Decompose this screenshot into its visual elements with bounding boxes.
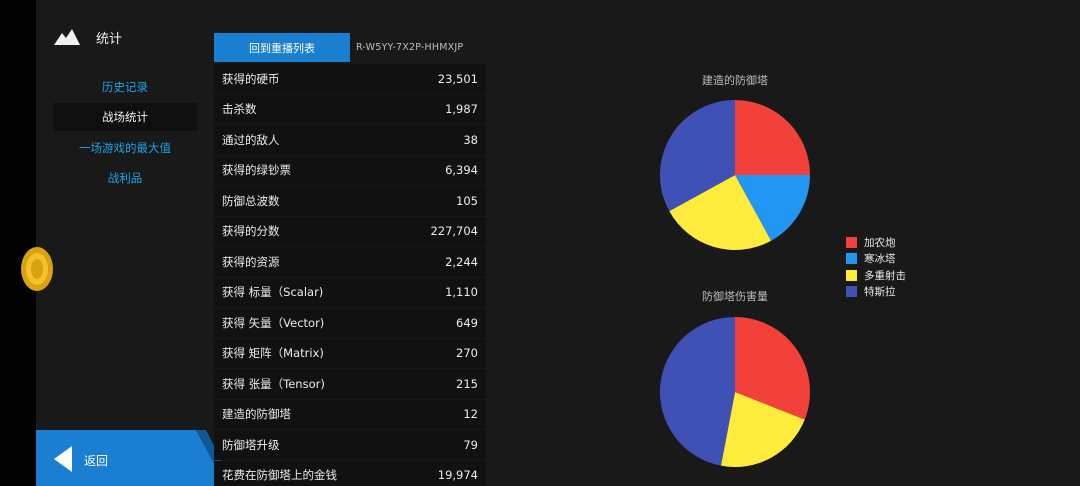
stat-label: 获得的硬币	[222, 71, 280, 86]
table-row: 获得 矩阵（Matrix) 270	[214, 338, 486, 368]
chart-legend: 加农炮寒冰塔多重射击特斯拉	[846, 234, 906, 300]
stat-label: 获得 矩阵（Matrix)	[222, 346, 324, 361]
sidebar-item-history[interactable]: 历史记录	[53, 73, 197, 101]
stat-label: 获得 张量（Tensor)	[222, 376, 325, 391]
stats-table: 回到重播列表 R-W5YY-7X2P-HHMXJP 获得的硬币 23,501 击杀数…	[214, 33, 486, 486]
stat-value: 270	[456, 346, 478, 361]
stats-mountain-icon	[54, 29, 80, 45]
legend-item: 特斯拉	[846, 284, 906, 301]
legend-item: 多重射击	[846, 267, 906, 284]
stat-value: 227,704	[430, 224, 478, 239]
sidebar-header: 统计	[54, 24, 122, 50]
left-edge-strip	[0, 0, 36, 486]
stat-label: 获得 标量（Scalar)	[222, 285, 324, 300]
legend-label: 加农炮	[864, 236, 896, 249]
table-row: 防御塔升级 79	[214, 430, 486, 460]
sidebar-item-loot[interactable]: 战利品	[53, 164, 197, 192]
table-tabs: 回到重播列表 R-W5YY-7X2P-HHMXJP	[214, 33, 486, 62]
stat-label: 获得 矢量（Vector)	[222, 315, 325, 330]
legend-swatch	[846, 253, 857, 265]
pie-chart-towers-built	[660, 100, 810, 250]
table-row: 获得的资源 2,244	[214, 247, 486, 277]
legend-item: 加农炮	[846, 234, 906, 251]
sidebar: 统计 历史记录 战场统计 一场游戏的最大值 战利品	[36, 0, 214, 486]
pie-slice-加农炮	[735, 100, 810, 175]
pie-chart-tower-damage	[660, 317, 810, 467]
legend-label: 多重射击	[864, 269, 906, 282]
stat-label: 防御塔升级	[222, 437, 280, 452]
stat-value: 649	[456, 315, 478, 330]
stat-value: 19,974	[437, 468, 478, 483]
stat-label: 通过的敌人	[222, 132, 280, 147]
table-row: 获得 矢量（Vector) 649	[214, 308, 486, 338]
table-row: 获得 张量（Tensor) 215	[214, 369, 486, 399]
stat-value: 215	[456, 376, 478, 391]
replay-code: R-W5YY-7X2P-HHMXJP	[356, 42, 464, 53]
sidebar-title: 统计	[96, 31, 123, 47]
stat-label: 建造的防御塔	[222, 407, 291, 422]
table-row: 通过的敌人 38	[214, 125, 486, 155]
stat-value: 1,110	[445, 285, 478, 300]
table-row: 防御总波数 105	[214, 186, 486, 216]
stat-value: 6,394	[445, 163, 478, 178]
table-row: 花费在防御塔上的金钱 19,974	[214, 460, 486, 486]
stat-value: 38	[463, 132, 478, 147]
stat-label: 击杀数	[222, 102, 257, 117]
table-row: 建造的防御塔 12	[214, 399, 486, 429]
stat-label: 防御总波数	[222, 193, 280, 208]
stat-value: 79	[463, 437, 478, 452]
back-label: 返回	[84, 454, 109, 468]
legend-swatch	[846, 286, 857, 298]
back-arrow-icon	[54, 446, 72, 472]
pie-slice-特斯拉	[660, 317, 735, 466]
chart-title-towers-built: 建造的防御塔	[702, 74, 768, 87]
replay-list-button[interactable]: 回到重播列表	[214, 33, 350, 62]
stat-label: 获得的分数	[222, 224, 280, 239]
back-button[interactable]: 返回	[36, 430, 226, 486]
stat-value: 12	[463, 407, 478, 422]
legend-swatch	[846, 236, 857, 248]
legend-label: 特斯拉	[864, 286, 896, 299]
table-row: 获得 标量（Scalar) 1,110	[214, 277, 486, 307]
stat-value: 23,501	[437, 71, 478, 86]
stat-value: 1,987	[445, 102, 478, 117]
stat-label: 获得的绿钞票	[222, 163, 291, 178]
stat-label: 花费在防御塔上的金钱	[222, 468, 337, 483]
stat-label: 获得的资源	[222, 254, 280, 269]
table-row: 获得的分数 227,704	[214, 216, 486, 246]
chart-title-tower-damage: 防御塔伤害量	[702, 290, 768, 303]
stats-rows: 获得的硬币 23,501 击杀数 1,987 通过的敌人 38 获得的绿钞票 6,394 防御总…	[214, 64, 486, 486]
legend-item: 寒冰塔	[846, 251, 906, 268]
table-row: 击杀数 1,987	[214, 94, 486, 124]
sidebar-item-game-max[interactable]: 一场游戏的最大值	[53, 134, 197, 162]
legend-label: 寒冰塔	[864, 253, 896, 266]
table-row: 获得的硬币 23,501	[214, 64, 486, 94]
legend-swatch	[846, 269, 857, 281]
stat-value: 2,244	[445, 254, 478, 269]
table-row: 获得的绿钞票 6,394	[214, 155, 486, 185]
sidebar-item-battle-stats[interactable]: 战场统计	[53, 103, 197, 131]
stat-value: 105	[456, 193, 478, 208]
